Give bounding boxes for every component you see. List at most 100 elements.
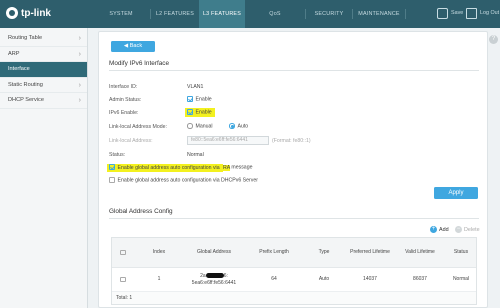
global-address-start: 2a [200,272,206,279]
cell-index: 1 [157,276,161,282]
cell-prefix-length: 64 [271,276,277,282]
minus-icon: − [455,226,462,233]
column-header-type: Type [318,249,330,255]
radio-selected-icon [229,123,235,129]
column-header-preferred-lifetime: Preferred Lifetime [350,249,390,255]
sidebar-item-label: Routing Table [8,35,43,41]
sidebar-item-label: Interface [8,66,30,72]
delete-button-label: Delete [464,226,480,233]
checkbox-checked-icon [187,109,193,115]
divider [109,70,479,71]
tp-link-logo-icon [6,7,18,19]
global-address-line1: 2a 6: [200,273,228,280]
sidebar-item-routing-table[interactable]: Routing Table › [0,31,87,47]
table-header: Index Global Address Prefix Length Type … [112,238,476,268]
checkbox-checked-icon [109,164,115,170]
radio-unselected-icon [187,123,193,129]
logout-icon[interactable] [466,8,477,19]
select-all-checkbox[interactable] [112,238,134,267]
admin-status-checkbox[interactable]: Enable [187,96,212,103]
ipv6-enable-option-label: Enable [195,109,212,116]
tab-l3-features[interactable]: L3 FEATURES [199,0,245,28]
ra-option-suffix: message [229,164,253,171]
global-address-end: 6: [223,272,228,279]
checkbox-unchecked-icon [109,177,115,183]
cell-global-address: 2a 6: 5ea6:e6ff:fe56:6441 [184,268,244,291]
ra-highlight-box: Enable global address auto configuration… [107,163,224,172]
checkbox-unchecked-icon [120,249,126,256]
column-header-valid-lifetime: Valid Lifetime [405,249,435,255]
table-row[interactable]: 1 2a 6: 5ea6:e6ff:fe56:6441 64 Auto 14037… [112,268,476,292]
sidebar-item-dhcp-service[interactable]: DHCP Service › [0,93,87,109]
add-button-label: Add [439,226,449,233]
plus-icon: + [430,226,437,233]
radio-label: Manual [195,123,213,130]
sidebar-item-arp[interactable]: ARP › [0,47,87,62]
ra-keyword: RA [223,164,230,171]
sidebar-item-label: ARP [8,50,20,57]
tab-security[interactable]: SECURITY [306,0,352,28]
cell-valid-lifetime: 86037 [413,276,427,282]
logout-button[interactable]: Log Out [480,10,499,16]
column-header-prefix-length: Prefix Length [259,249,289,255]
status-label: Status: [109,152,126,158]
ipv6-enable-checkbox[interactable]: Enable [185,108,215,117]
add-button[interactable]: + Add [430,226,449,233]
interface-id-label: Interface ID: [109,84,138,90]
apply-button[interactable]: Apply [434,187,478,199]
checkbox-unchecked-icon [120,276,126,283]
tab-system[interactable]: SYSTEM [92,0,150,28]
sidebar-item-label: Static Routing [8,81,43,88]
admin-status-option-label: Enable [195,96,212,103]
tp-link-logo: tp-link [6,7,51,19]
sidebar-item-label: DHCP Service [8,97,44,103]
main-panel: ◀ Back Modify IPv6 Interface Interface I… [98,31,488,308]
row-checkbox[interactable] [112,268,134,291]
chevron-right-icon: › [78,81,81,89]
save-icon[interactable] [437,8,448,19]
link-local-mode-auto-radio[interactable]: Auto [229,123,248,130]
save-button[interactable]: Save [451,10,463,16]
chevron-right-icon: › [78,50,81,58]
dhcpv6-option-label: Enable global address auto configuration… [117,177,258,184]
link-local-mode-label: Link-local Address Mode: [109,124,167,130]
link-local-mode-manual-radio[interactable]: Manual [187,123,213,130]
link-local-address-input[interactable]: fe80::5ea6:e6ff:fe56:6441 [187,136,269,145]
admin-status-label: Admin Status: [109,97,142,103]
sidebar-item-static-routing[interactable]: Static Routing › [0,78,87,93]
tab-qos[interactable]: QoS [245,0,305,28]
table-footer: Total: 1 [112,292,476,304]
chevron-right-icon: › [78,35,81,42]
checkbox-checked-icon [187,96,193,102]
column-header-index: Index [152,249,166,255]
cell-status: Normal [452,276,470,282]
tab-l2-features[interactable]: L2 FEATURES [151,0,199,28]
section-title: Modify IPv6 Interface [109,60,170,67]
table-total: Total: 1 [116,294,133,301]
column-header-global-address: Global Address [197,249,231,255]
link-local-address-label: Link-local Address: [109,138,153,144]
ipv6-enable-label: IPv6 Enable: [109,110,139,116]
top-navigation-bar: tp-link SYSTEM L2 FEATURES L3 FEATURES Q… [0,0,500,28]
redacted-block [205,272,224,278]
ra-auto-config-checkbox[interactable]: Enable global address auto configuration… [107,163,253,172]
back-button[interactable]: ◀ Back [111,41,155,52]
column-header-status: Status [453,249,469,255]
radio-label: Auto [237,123,249,130]
cell-preferred-lifetime: 14037 [363,276,377,282]
help-icon[interactable]: ? [489,35,498,44]
delete-button[interactable]: − Delete [455,226,480,233]
global-address-config-title: Global Address Config [109,208,173,215]
ra-option-label: Enable global address auto configuration… [117,164,222,171]
global-address-line2: 5ea6:e6ff:fe56:6441 [191,279,237,286]
tab-maintenance[interactable]: MAINTENANCE [353,0,405,28]
back-button-label: Back [129,43,143,49]
global-address-table: Index Global Address Prefix Length Type … [111,237,477,305]
interface-id-value: VLAN1 [187,84,204,90]
sidebar: Routing Table › ARP › Interface Static Rou… [0,28,88,308]
divider [109,218,479,219]
sidebar-item-interface[interactable]: Interface [0,62,87,78]
dhcpv6-auto-config-checkbox[interactable]: Enable global address auto configuration… [109,177,258,184]
status-value: Normal [187,152,204,158]
tab-divider [405,9,406,19]
